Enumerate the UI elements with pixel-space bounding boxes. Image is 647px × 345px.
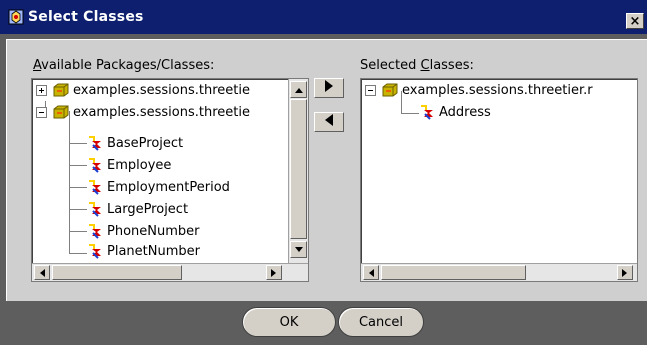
scroll-thumb[interactable] [52, 265, 182, 280]
tree-item-label: Employee [107, 157, 172, 173]
class-icon [87, 157, 103, 173]
scroll-up-button[interactable] [290, 81, 307, 98]
class-icon [87, 201, 103, 217]
scroll-thumb[interactable] [381, 265, 526, 280]
tree-item-package[interactable]: examples.sessions.threetie [36, 102, 250, 122]
tree-item-class[interactable]: LargeProject [87, 199, 188, 219]
ok-button[interactable]: OK [242, 307, 336, 337]
class-icon [87, 179, 103, 195]
title-bar[interactable]: Select Classes × [0, 0, 647, 34]
tree-item-label: LargeProject [107, 201, 189, 217]
class-icon [87, 135, 103, 151]
tree-item-label: PlanetNumber [107, 243, 200, 259]
scroll-down-button[interactable] [290, 241, 307, 258]
package-icon [53, 105, 69, 119]
horizontal-scrollbar[interactable] [32, 263, 308, 281]
tree-item-class[interactable]: BaseProject [87, 133, 183, 153]
available-label: Available Packages/Classes: [33, 58, 215, 73]
app-icon [8, 9, 24, 25]
tree-item-label: EmploymentPeriod [107, 179, 230, 195]
class-icon [419, 104, 435, 120]
dialog-content: Available Packages/Classes: examples.ses… [6, 39, 647, 301]
tree-item-package[interactable]: examples.sessions.threetie [36, 80, 250, 100]
tree-item-label: BaseProject [107, 135, 184, 151]
tree-item-label: examples.sessions.threetie [73, 104, 250, 120]
expand-icon[interactable] [36, 84, 47, 96]
tree-item-class[interactable]: Address [419, 102, 491, 122]
collapse-icon[interactable] [36, 106, 47, 118]
scroll-left-button[interactable] [363, 265, 379, 280]
scroll-right-button[interactable] [266, 265, 282, 280]
class-icon [87, 243, 103, 259]
package-icon [53, 83, 69, 97]
tree-item-label: examples.sessions.threetier.r [402, 82, 593, 98]
class-icon [87, 223, 103, 239]
tree-item-label: examples.sessions.threetie [73, 82, 250, 98]
dialog-window: Select Classes × Available Packages/Clas… [0, 0, 647, 345]
tree-item-class[interactable]: EmploymentPeriod [87, 177, 230, 197]
tree-item-package[interactable]: examples.sessions.threetier.r [365, 80, 593, 100]
left-arrow-icon [325, 114, 333, 130]
scroll-right-button[interactable] [617, 265, 633, 280]
scroll-left-button[interactable] [34, 265, 50, 280]
tree-item-class[interactable]: PlanetNumber [87, 243, 200, 259]
tree-item-class[interactable]: Employee [87, 155, 171, 175]
selected-tree[interactable]: examples.sessions.threetier.r Address [360, 78, 638, 282]
cancel-button[interactable]: Cancel [338, 307, 424, 337]
right-arrow-icon [325, 80, 333, 96]
remove-button[interactable] [314, 112, 344, 132]
add-button[interactable] [314, 78, 344, 98]
package-icon [382, 83, 398, 97]
window-title: Select Classes [28, 9, 144, 25]
available-tree[interactable]: examples.sessions.threetie examples.sess… [31, 78, 309, 282]
selected-label: Selected Classes: [360, 58, 474, 73]
close-button[interactable]: × [626, 13, 644, 29]
vertical-scrollbar[interactable] [288, 79, 308, 263]
scroll-thumb[interactable] [290, 99, 307, 239]
tree-item-label: Address [439, 104, 491, 120]
horizontal-scrollbar[interactable] [361, 263, 637, 281]
collapse-icon[interactable] [365, 84, 376, 96]
tree-item-class[interactable]: PhoneNumber [87, 221, 200, 241]
tree-item-label: PhoneNumber [107, 223, 200, 239]
close-icon: × [629, 13, 641, 29]
